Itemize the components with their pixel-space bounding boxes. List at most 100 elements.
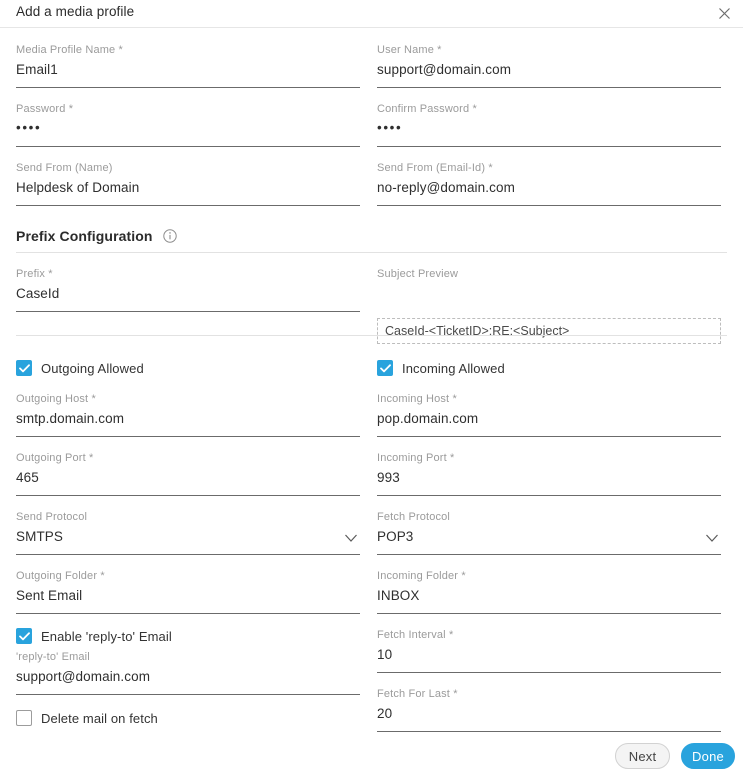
incoming-host-value: pop.domain.com (377, 411, 479, 426)
reply-to-email-field[interactable]: 'reply-to' Email support@domain.com (16, 651, 360, 699)
outgoing-folder-value: Sent Email (16, 588, 83, 603)
field-underline (16, 205, 360, 206)
password-value: •••• (16, 120, 42, 135)
dialog-titlebar: Add a media profile (0, 0, 743, 27)
field-underline (377, 205, 721, 206)
field-underline (16, 87, 360, 88)
prefix-field[interactable]: Prefix * CaseId (16, 268, 360, 316)
checkbox-checked-icon (16, 628, 32, 644)
field-underline (16, 495, 360, 496)
confirm-password-label: Confirm Password * (377, 103, 477, 115)
incoming-folder-field[interactable]: Incoming Folder * INBOX (377, 570, 721, 618)
field-underline (377, 554, 721, 555)
prefix-label: Prefix * (16, 268, 53, 280)
outgoing-folder-field[interactable]: Outgoing Folder * Sent Email (16, 570, 360, 618)
reply-to-email-label: 'reply-to' Email (16, 651, 90, 663)
field-underline (16, 311, 360, 312)
user-name-field[interactable]: User Name * support@domain.com (377, 44, 721, 92)
send-protocol-select[interactable]: Send Protocol SMTPS (16, 511, 360, 559)
incoming-host-label: Incoming Host * (377, 393, 457, 405)
section-divider-prefix (16, 252, 727, 253)
media-profile-name-value: Email1 (16, 62, 58, 77)
outgoing-port-label: Outgoing Port * (16, 452, 94, 464)
incoming-port-field[interactable]: Incoming Port * 993 (377, 452, 721, 500)
send-from-name-value: Helpdesk of Domain (16, 180, 140, 195)
subject-preview-label: Subject Preview (377, 268, 459, 280)
checkbox-checked-icon (377, 360, 393, 376)
field-underline (16, 694, 360, 695)
prefix-value: CaseId (16, 286, 60, 301)
outgoing-host-value: smtp.domain.com (16, 411, 125, 426)
incoming-host-field[interactable]: Incoming Host * pop.domain.com (377, 393, 721, 441)
send-from-name-label: Send From (Name) (16, 162, 113, 174)
fetch-interval-field[interactable]: Fetch Interval * 10 (377, 629, 721, 677)
field-underline (16, 554, 360, 555)
subject-preview-field: Subject Preview (377, 268, 721, 316)
enable-reply-to-label: Enable 'reply-to' Email (41, 628, 172, 644)
checkbox-checked-icon (16, 360, 32, 376)
media-profile-name-label: Media Profile Name * (16, 44, 123, 56)
subject-preview-box: CaseId-<TicketID>:RE:<Subject> (377, 318, 721, 344)
outgoing-folder-label: Outgoing Folder * (16, 570, 105, 582)
field-underline (377, 613, 721, 614)
field-underline (16, 613, 360, 614)
done-button[interactable]: Done (681, 743, 735, 769)
outgoing-host-label: Outgoing Host * (16, 393, 96, 405)
fetch-interval-value: 10 (377, 647, 393, 662)
field-underline (377, 146, 721, 147)
next-button[interactable]: Next (615, 743, 670, 769)
outgoing-port-value: 465 (16, 470, 39, 485)
checkbox-unchecked-icon (16, 710, 32, 726)
prefix-configuration-title: Prefix Configuration (16, 228, 153, 244)
field-underline (377, 495, 721, 496)
user-name-value: support@domain.com (377, 62, 512, 77)
delete-mail-on-fetch-checkbox[interactable]: Delete mail on fetch (16, 708, 158, 728)
incoming-port-label: Incoming Port * (377, 452, 455, 464)
confirm-password-value: •••• (377, 120, 403, 135)
send-protocol-label: Send Protocol (16, 511, 88, 523)
chevron-down-icon[interactable] (344, 530, 358, 542)
send-from-email-value: no-reply@domain.com (377, 180, 515, 195)
dialog-title: Add a media profile (16, 4, 135, 19)
media-profile-name-field[interactable]: Media Profile Name * Email1 (16, 44, 360, 92)
outgoing-port-field[interactable]: Outgoing Port * 465 (16, 452, 360, 500)
fetch-interval-label: Fetch Interval * (377, 629, 454, 641)
outgoing-host-field[interactable]: Outgoing Host * smtp.domain.com (16, 393, 360, 441)
incoming-allowed-checkbox[interactable]: Incoming Allowed (377, 358, 505, 378)
incoming-port-value: 993 (377, 470, 400, 485)
enable-reply-to-checkbox[interactable]: Enable 'reply-to' Email (16, 626, 172, 646)
fetch-for-last-label: Fetch For Last * (377, 688, 458, 700)
field-underline (377, 672, 721, 673)
delete-mail-on-fetch-label: Delete mail on fetch (41, 710, 158, 726)
fetch-for-last-field[interactable]: Fetch For Last * 20 (377, 688, 721, 736)
password-label: Password * (16, 103, 74, 115)
field-underline (16, 436, 360, 437)
fetch-protocol-value: POP3 (377, 529, 414, 544)
user-name-label: User Name * (377, 44, 442, 56)
send-protocol-value: SMTPS (16, 529, 64, 544)
close-icon[interactable] (713, 2, 735, 24)
incoming-folder-value: INBOX (377, 588, 420, 603)
prefix-configuration-heading: Prefix Configuration (16, 228, 177, 244)
field-underline (377, 731, 721, 732)
send-from-email-label: Send From (Email-Id) * (377, 162, 493, 174)
titlebar-divider (0, 27, 743, 28)
outgoing-allowed-label: Outgoing Allowed (41, 360, 144, 376)
fetch-protocol-select[interactable]: Fetch Protocol POP3 (377, 511, 721, 559)
info-icon[interactable] (162, 229, 177, 243)
field-underline (377, 436, 721, 437)
fetch-protocol-label: Fetch Protocol (377, 511, 451, 523)
incoming-allowed-label: Incoming Allowed (402, 360, 505, 376)
password-field[interactable]: Password * •••• (16, 103, 360, 151)
send-from-email-field[interactable]: Send From (Email-Id) * no-reply@domain.c… (377, 162, 721, 210)
chevron-down-icon[interactable] (705, 530, 719, 542)
incoming-folder-label: Incoming Folder * (377, 570, 466, 582)
section-divider-transport (16, 335, 727, 336)
send-from-name-field[interactable]: Send From (Name) Helpdesk of Domain (16, 162, 360, 210)
field-underline (16, 146, 360, 147)
confirm-password-field[interactable]: Confirm Password * •••• (377, 103, 721, 151)
reply-to-email-value: support@domain.com (16, 669, 151, 684)
outgoing-allowed-checkbox[interactable]: Outgoing Allowed (16, 358, 144, 378)
fetch-for-last-value: 20 (377, 706, 393, 721)
field-underline (377, 87, 721, 88)
